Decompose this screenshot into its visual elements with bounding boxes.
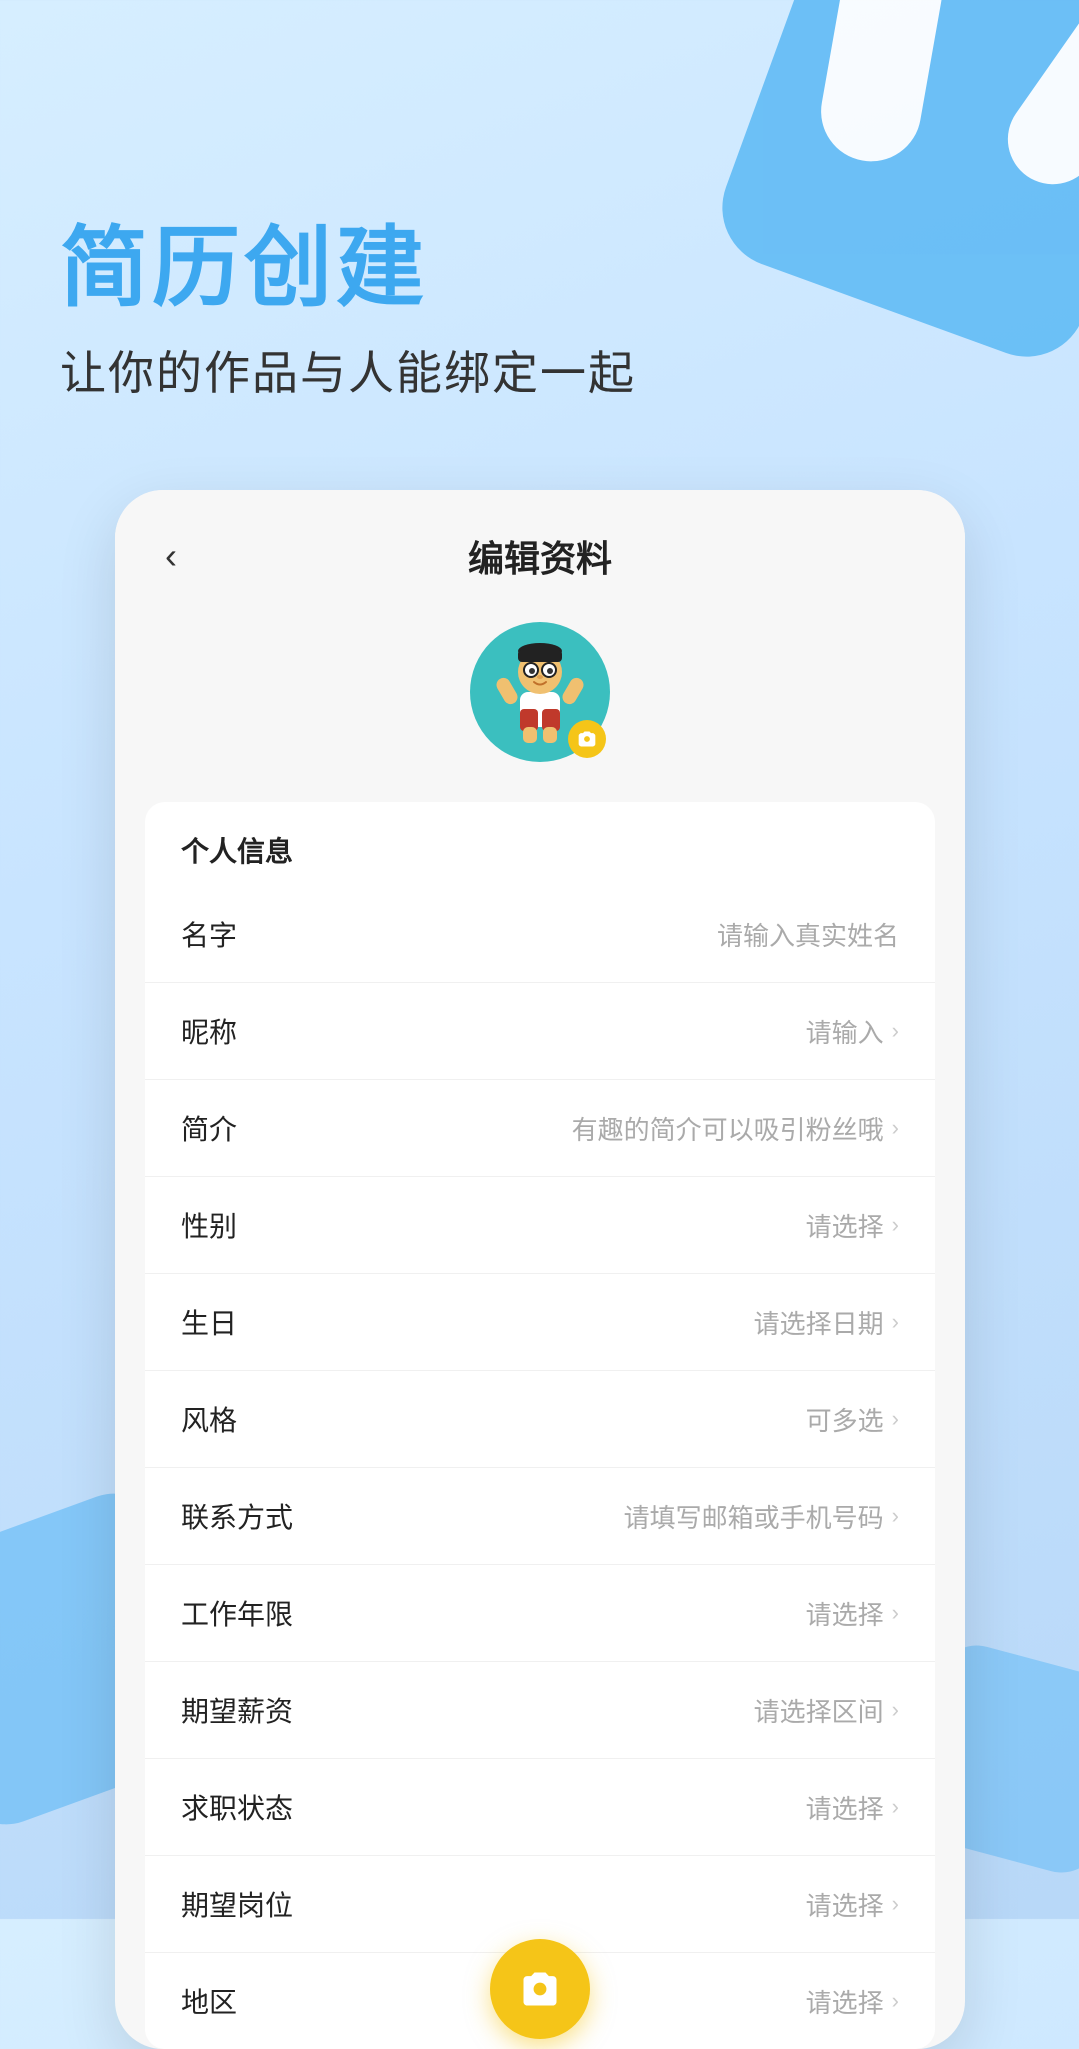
- camera-badge[interactable]: [568, 720, 606, 758]
- field-value: 可多选 ›: [806, 1401, 899, 1438]
- chevron-right-icon: ›: [892, 1018, 899, 1044]
- card-title: 编辑资料: [468, 530, 612, 582]
- bg-decoration-top-right: [705, 0, 1079, 374]
- avatar-wrapper[interactable]: [470, 622, 610, 762]
- field-placeholder: 请选择区间: [754, 1692, 884, 1729]
- camera-icon-bottom: [518, 1967, 562, 2011]
- field-placeholder: 请填写邮箱或手机号码: [624, 1498, 884, 1535]
- field-placeholder: 请输入真实姓名: [717, 916, 899, 953]
- field-label: 性别: [181, 1205, 237, 1245]
- field-label: 期望薪资: [181, 1690, 293, 1730]
- form-row[interactable]: 昵称 请输入 ›: [145, 983, 935, 1080]
- chevron-right-icon: ›: [892, 1503, 899, 1529]
- form-content: 个人信息 名字请输入真实姓名昵称请输入›简介有趣的简介可以吸引粉丝哦›性别请选择…: [145, 802, 935, 2049]
- field-label: 期望岗位: [181, 1884, 293, 1924]
- camera-icon: [577, 729, 597, 749]
- field-placeholder: 请选择: [806, 1207, 884, 1244]
- field-label: 昵称: [181, 1011, 237, 1051]
- form-row[interactable]: 简介 有趣的简介可以吸引粉丝哦 ›: [145, 1080, 935, 1177]
- header-area: 简历创建 让你的作品与人能绑定一起: [60, 220, 636, 403]
- field-label: 联系方式: [181, 1496, 293, 1536]
- field-label: 求职状态: [181, 1787, 293, 1827]
- chevron-right-icon: ›: [892, 1600, 899, 1626]
- chevron-right-icon: ›: [892, 1891, 899, 1917]
- chevron-right-icon: ›: [892, 1406, 899, 1432]
- form-row[interactable]: 期望薪资 请选择区间 ›: [145, 1662, 935, 1759]
- chevron-right-icon: ›: [892, 1115, 899, 1141]
- main-title: 简历创建: [60, 220, 636, 317]
- save-button[interactable]: [490, 1939, 590, 2039]
- field-placeholder: 请选择: [806, 1789, 884, 1826]
- field-placeholder: 请选择: [806, 1886, 884, 1923]
- phone-card: ‹ 编辑资料: [115, 490, 965, 2049]
- avatar-area: [115, 602, 965, 802]
- form-row[interactable]: 名字 请输入真实姓名: [145, 886, 935, 983]
- section-personal-info: 个人信息: [145, 802, 935, 886]
- form-row[interactable]: 风格 可多选 ›: [145, 1371, 935, 1468]
- field-value: 请选择 ›: [806, 1789, 899, 1826]
- form-row[interactable]: 生日 请选择日期 ›: [145, 1274, 935, 1371]
- chevron-right-icon: ›: [892, 1212, 899, 1238]
- back-button[interactable]: ‹: [165, 535, 177, 577]
- bottom-area: [115, 1929, 965, 2049]
- form-row[interactable]: 性别 请选择 ›: [145, 1177, 935, 1274]
- form-row[interactable]: 联系方式 请填写邮箱或手机号码 ›: [145, 1468, 935, 1565]
- form-row[interactable]: 求职状态 请选择 ›: [145, 1759, 935, 1856]
- chevron-right-icon: ›: [892, 1697, 899, 1723]
- field-value: 请填写邮箱或手机号码 ›: [624, 1498, 899, 1535]
- form-row[interactable]: 工作年限 请选择 ›: [145, 1565, 935, 1662]
- field-label: 风格: [181, 1399, 237, 1439]
- field-label: 工作年限: [181, 1593, 293, 1633]
- field-value: 请选择 ›: [806, 1886, 899, 1923]
- field-label: 名字: [181, 914, 237, 954]
- field-value: 请选择 ›: [806, 1207, 899, 1244]
- field-placeholder: 请输入: [806, 1013, 884, 1050]
- field-value: 请输入 ›: [806, 1013, 899, 1050]
- field-placeholder: 请选择日期: [754, 1304, 884, 1341]
- chevron-right-icon: ›: [892, 1309, 899, 1335]
- chevron-right-icon: ›: [892, 1794, 899, 1820]
- field-value: 有趣的简介可以吸引粉丝哦 ›: [572, 1110, 899, 1147]
- field-value: 请输入真实姓名: [717, 916, 899, 953]
- field-placeholder: 请选择: [806, 1595, 884, 1632]
- sub-title: 让你的作品与人能绑定一起: [60, 337, 636, 403]
- field-label: 生日: [181, 1302, 237, 1342]
- field-value: 请选择区间 ›: [754, 1692, 899, 1729]
- field-placeholder: 可多选: [806, 1401, 884, 1438]
- field-label: 简介: [181, 1108, 237, 1148]
- field-value: 请选择日期 ›: [754, 1304, 899, 1341]
- field-placeholder: 有趣的简介可以吸引粉丝哦: [572, 1110, 884, 1147]
- card-header: ‹ 编辑资料: [115, 490, 965, 602]
- field-value: 请选择 ›: [806, 1595, 899, 1632]
